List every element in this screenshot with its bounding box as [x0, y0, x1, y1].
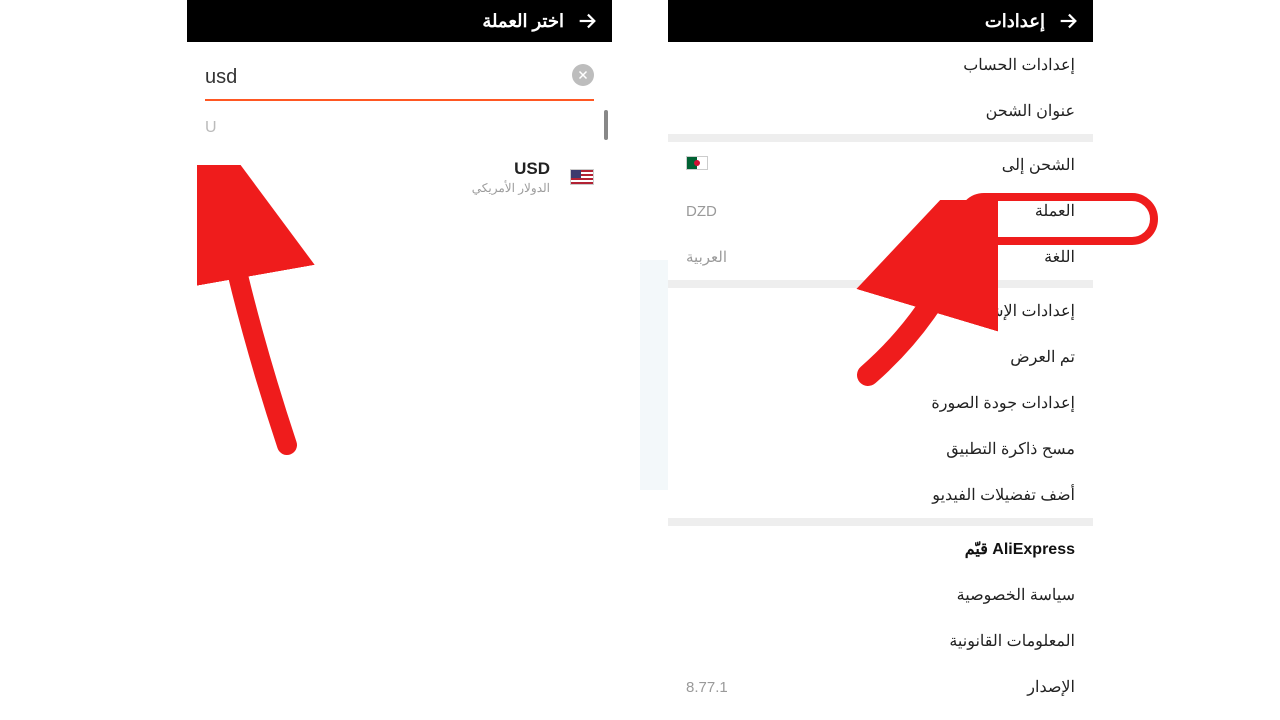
row-video-prefs[interactable]: أضف تفضيلات الفيديو — [668, 472, 1093, 518]
topbar-title: إعدادات — [985, 11, 1045, 32]
currency-value: DZD — [686, 203, 717, 220]
settings-screen: إعدادات إعدادات الحساب عنوان الشحن الشحن… — [668, 0, 1093, 720]
currency-name: الدولار الأمريكي — [472, 181, 550, 195]
divider — [668, 518, 1093, 526]
row-legal[interactable]: المعلومات القانونية — [668, 618, 1093, 664]
clear-search-icon[interactable] — [572, 64, 594, 86]
currency-code: USD — [472, 159, 550, 179]
row-language[interactable]: العربية اللغة — [668, 234, 1093, 280]
row-image-quality[interactable]: إعدادات جودة الصورة — [668, 380, 1093, 426]
currency-search-input[interactable] — [205, 60, 594, 101]
language-value: العربية — [686, 248, 727, 266]
currency-text: USD الدولار الأمريكي — [472, 159, 560, 195]
annotation-arrow-left — [197, 165, 327, 465]
row-viewed[interactable]: تم العرض — [668, 334, 1093, 380]
currency-label: العملة — [1035, 201, 1075, 221]
row-account[interactable]: إعدادات الحساب — [668, 42, 1093, 88]
language-label: اللغة — [1044, 247, 1075, 267]
topbar-settings: إعدادات — [668, 0, 1093, 42]
divider — [668, 134, 1093, 142]
row-rate[interactable]: قيّم AliExpress — [668, 526, 1093, 572]
flag-us-icon — [570, 169, 594, 185]
currency-option-usd[interactable]: USD الدولار الأمريكي — [187, 145, 612, 207]
row-version: 8.77.1 الإصدار — [668, 664, 1093, 710]
section-letter: U — [187, 101, 612, 145]
back-arrow-icon[interactable] — [1057, 10, 1079, 32]
divider — [668, 280, 1093, 288]
currency-search-wrap — [187, 42, 612, 101]
radio-selected-icon — [205, 167, 225, 187]
row-notifications[interactable]: إعدادات الإشعارات — [668, 288, 1093, 334]
topbar-title: اختر العملة — [482, 11, 564, 32]
version-value: 8.77.1 — [686, 679, 728, 696]
scrollbar[interactable] — [604, 110, 608, 140]
back-arrow-icon[interactable] — [576, 10, 598, 32]
version-label: الإصدار — [1027, 677, 1075, 697]
flag-dz-icon — [686, 156, 708, 174]
row-currency[interactable]: DZD العملة — [668, 188, 1093, 234]
currency-select-screen: اختر العملة U USD الدولار الأمريكي — [187, 0, 612, 720]
row-shipping-address[interactable]: عنوان الشحن — [668, 88, 1093, 134]
row-privacy[interactable]: سياسة الخصوصية — [668, 572, 1093, 618]
row-clear-cache[interactable]: مسح ذاكرة التطبيق — [668, 426, 1093, 472]
watermark — [640, 260, 668, 490]
topbar-currency: اختر العملة — [187, 0, 612, 42]
row-ship-to[interactable]: الشحن إلى — [668, 142, 1093, 188]
